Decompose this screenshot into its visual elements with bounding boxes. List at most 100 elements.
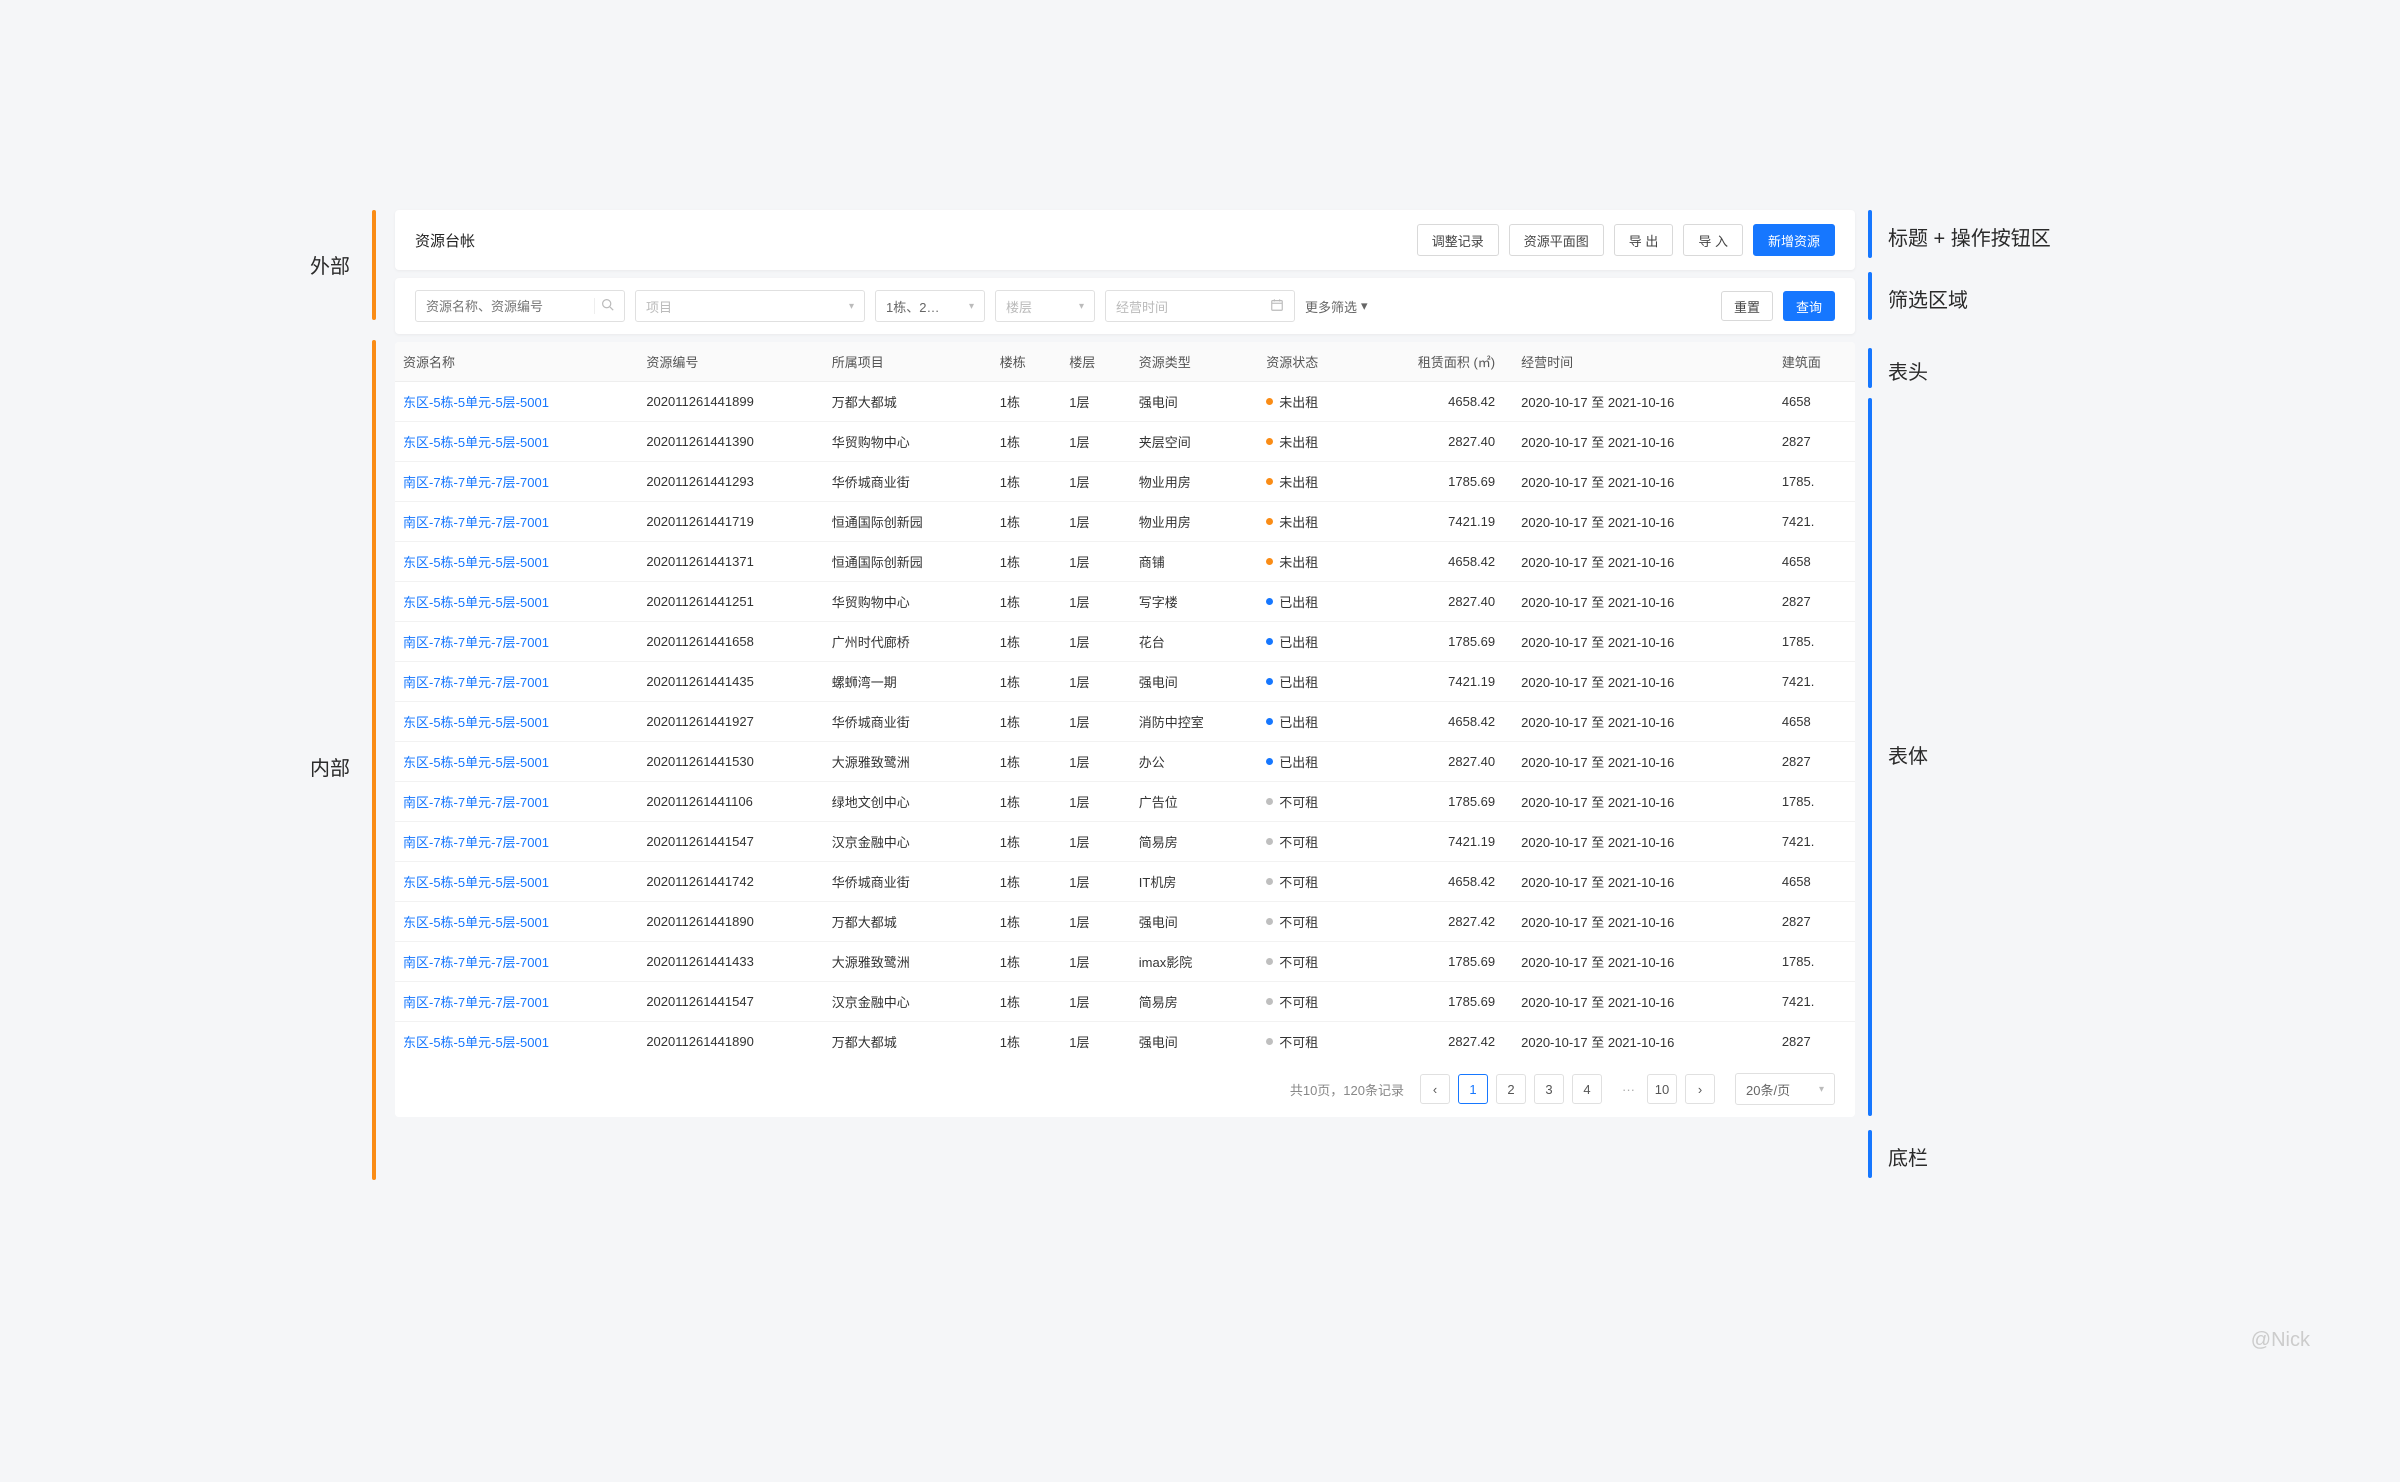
pager-last[interactable]: 10 <box>1647 1074 1677 1104</box>
chevron-down-icon: ▾ <box>1819 1084 1824 1095</box>
resource-name-link[interactable]: 南区-7栋-7单元-7层-7001 <box>403 835 549 850</box>
cell-floor: 1层 <box>1061 662 1131 702</box>
cell-status: 未出租 <box>1258 502 1374 542</box>
cell-extra: 4658 <box>1774 702 1855 742</box>
search-icon[interactable] <box>594 298 614 314</box>
query-button[interactable]: 查询 <box>1783 291 1835 321</box>
cell-project: 汉京金融中心 <box>824 822 992 862</box>
page-size-select[interactable]: 20条/页 ▾ <box>1735 1073 1835 1105</box>
cell-area: 1785.69 <box>1374 462 1513 502</box>
more-filters-toggle[interactable]: 更多筛选 ▾ <box>1305 297 1368 316</box>
cell-period: 2020-10-17 至 2021-10-16 <box>1513 942 1774 982</box>
cell-type: 广告位 <box>1131 782 1258 822</box>
reset-button[interactable]: 重置 <box>1721 291 1773 321</box>
add-resource-button[interactable]: 新增资源 <box>1753 224 1835 256</box>
adjust-log-button[interactable]: 调整记录 <box>1417 224 1499 256</box>
resource-name-link[interactable]: 东区-5栋-5单元-5层-5001 <box>403 1035 549 1050</box>
status-dot <box>1266 438 1273 445</box>
pager-page[interactable]: 3 <box>1534 1074 1564 1104</box>
cell-type: IT机房 <box>1131 862 1258 902</box>
resource-name-link[interactable]: 东区-5栋-5单元-5层-5001 <box>403 555 549 570</box>
cell-project: 万都大都城 <box>824 1022 992 1062</box>
resource-name-link[interactable]: 东区-5栋-5单元-5层-5001 <box>403 395 549 410</box>
cell-project: 华贸购物中心 <box>824 422 992 462</box>
col-header: 楼栋 <box>992 342 1062 382</box>
pager-page[interactable]: 1 <box>1458 1074 1488 1104</box>
resource-name-link[interactable]: 东区-5栋-5单元-5层-5001 <box>403 435 549 450</box>
cell-floor: 1层 <box>1061 862 1131 902</box>
pager-prev[interactable]: ‹ <box>1420 1074 1450 1104</box>
cell-floor: 1层 <box>1061 382 1131 422</box>
floor-plan-button[interactable]: 资源平面图 <box>1509 224 1604 256</box>
cell-building: 1栋 <box>992 782 1062 822</box>
resource-name-link[interactable]: 东区-5栋-5单元-5层-5001 <box>403 595 549 610</box>
status-dot <box>1266 478 1273 485</box>
cell-area: 2827.40 <box>1374 742 1513 782</box>
col-header: 资源状态 <box>1258 342 1374 382</box>
cell-building: 1栋 <box>992 582 1062 622</box>
cell-status: 已出租 <box>1258 742 1374 782</box>
status-dot <box>1266 718 1273 725</box>
table-head: 资源名称资源编号所属项目楼栋楼层资源类型资源状态租赁面积 (㎡)经营时间建筑面 <box>395 342 1855 382</box>
floor-placeholder: 楼层 <box>1006 297 1032 316</box>
resource-name-link[interactable]: 东区-5栋-5单元-5层-5001 <box>403 755 549 770</box>
bracket-thead <box>1868 348 1872 388</box>
cell-period: 2020-10-17 至 2021-10-16 <box>1513 462 1774 502</box>
resource-name-link[interactable]: 南区-7栋-7单元-7层-7001 <box>403 955 549 970</box>
action-buttons: 调整记录 资源平面图 导 出 导 入 新增资源 <box>1417 224 1835 256</box>
cell-type: 强电间 <box>1131 1022 1258 1062</box>
cell-code: 202011261441927 <box>638 702 823 742</box>
bracket-outer <box>372 210 376 320</box>
table-body: 东区-5栋-5单元-5层-5001202011261441899万都大都城1栋1… <box>395 382 1855 1062</box>
cell-code: 202011261441547 <box>638 982 823 1022</box>
ann-title-buttons: 标题 + 操作按钮区 <box>1888 222 2051 251</box>
cell-project: 恒通国际创新园 <box>824 542 992 582</box>
time-placeholder: 经营时间 <box>1116 297 1168 316</box>
cell-extra: 1785. <box>1774 942 1855 982</box>
cell-period: 2020-10-17 至 2021-10-16 <box>1513 862 1774 902</box>
pager-page[interactable]: 2 <box>1496 1074 1526 1104</box>
cell-extra: 2827 <box>1774 422 1855 462</box>
time-range-input[interactable]: 经营时间 <box>1105 290 1295 322</box>
pager-next[interactable]: › <box>1685 1074 1715 1104</box>
building-select[interactable]: 1栋、2… ▾ <box>875 290 985 322</box>
cell-floor: 1层 <box>1061 582 1131 622</box>
resource-name-link[interactable]: 东区-5栋-5单元-5层-5001 <box>403 875 549 890</box>
search-input[interactable] <box>426 299 590 314</box>
import-button[interactable]: 导 入 <box>1683 224 1743 256</box>
cell-floor: 1层 <box>1061 422 1131 462</box>
resource-name-link[interactable]: 东区-5栋-5单元-5层-5001 <box>403 715 549 730</box>
cell-code: 202011261441433 <box>638 942 823 982</box>
cell-area: 7421.19 <box>1374 822 1513 862</box>
pager-page[interactable]: 4 <box>1572 1074 1602 1104</box>
col-header: 资源类型 <box>1131 342 1258 382</box>
cell-floor: 1层 <box>1061 902 1131 942</box>
cell-status: 不可租 <box>1258 1022 1374 1062</box>
resource-name-link[interactable]: 南区-7栋-7单元-7层-7001 <box>403 635 549 650</box>
cell-status: 未出租 <box>1258 382 1374 422</box>
bracket-tbody <box>1868 398 1872 1116</box>
cell-extra: 1785. <box>1774 462 1855 502</box>
resource-name-link[interactable]: 南区-7栋-7单元-7层-7001 <box>403 995 549 1010</box>
status-dot <box>1266 878 1273 885</box>
cell-project: 华侨城商业街 <box>824 462 992 502</box>
cell-building: 1栋 <box>992 502 1062 542</box>
cell-code: 202011261441106 <box>638 782 823 822</box>
cell-extra: 7421. <box>1774 822 1855 862</box>
status-dot <box>1266 838 1273 845</box>
export-button[interactable]: 导 出 <box>1614 224 1674 256</box>
resource-name-link[interactable]: 南区-7栋-7单元-7层-7001 <box>403 675 549 690</box>
project-select[interactable]: 项目 ▾ <box>635 290 865 322</box>
resource-name-link[interactable]: 南区-7栋-7单元-7层-7001 <box>403 795 549 810</box>
cell-code: 202011261441390 <box>638 422 823 462</box>
status-dot <box>1266 958 1273 965</box>
resource-name-link[interactable]: 南区-7栋-7单元-7层-7001 <box>403 515 549 530</box>
col-header: 租赁面积 (㎡) <box>1374 342 1513 382</box>
cell-code: 202011261441742 <box>638 862 823 902</box>
table-row: 东区-5栋-5单元-5层-5001202011261441390华贸购物中心1栋… <box>395 422 1855 462</box>
resource-name-link[interactable]: 南区-7栋-7单元-7层-7001 <box>403 475 549 490</box>
floor-select[interactable]: 楼层 ▾ <box>995 290 1095 322</box>
status-dot <box>1266 558 1273 565</box>
resource-name-link[interactable]: 东区-5栋-5单元-5层-5001 <box>403 915 549 930</box>
cell-project: 万都大都城 <box>824 382 992 422</box>
